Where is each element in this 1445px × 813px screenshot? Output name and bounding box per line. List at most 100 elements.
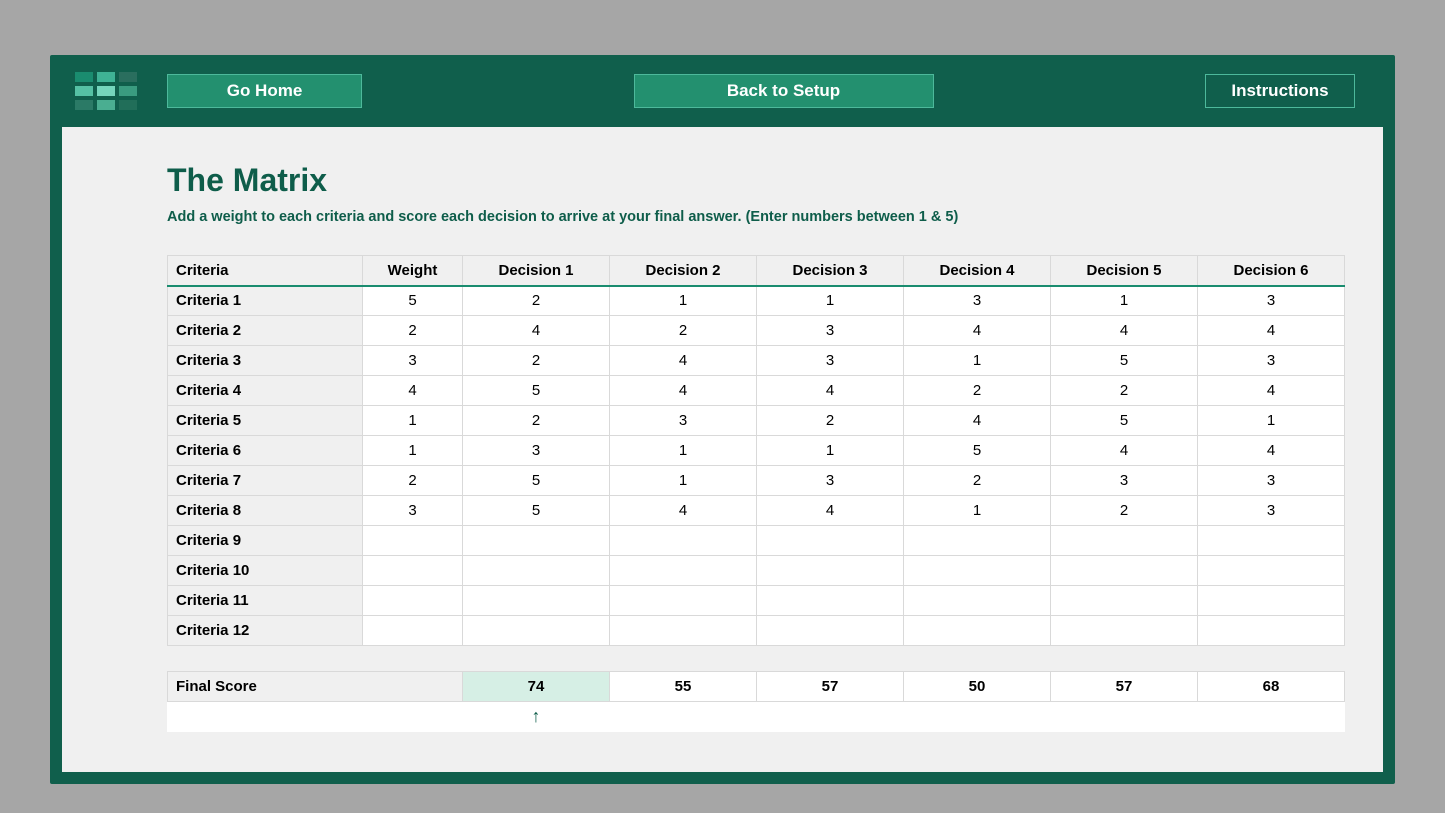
score-cell[interactable]: 3 (757, 466, 904, 496)
score-cell[interactable] (610, 556, 757, 586)
score-cell[interactable]: 2 (610, 316, 757, 346)
score-cell[interactable] (1198, 526, 1345, 556)
instructions-button[interactable]: Instructions (1205, 74, 1355, 108)
score-cell[interactable]: 4 (757, 376, 904, 406)
score-cell[interactable] (904, 556, 1051, 586)
criteria-name-cell[interactable]: Criteria 11 (168, 586, 363, 616)
weight-cell[interactable]: 4 (363, 376, 463, 406)
score-cell[interactable]: 5 (463, 376, 610, 406)
score-cell[interactable]: 2 (1051, 376, 1198, 406)
score-cell[interactable]: 1 (757, 436, 904, 466)
score-cell[interactable]: 3 (610, 406, 757, 436)
weight-cell[interactable]: 2 (363, 316, 463, 346)
score-cell[interactable]: 4 (610, 376, 757, 406)
score-cell[interactable] (904, 586, 1051, 616)
weight-cell[interactable] (363, 616, 463, 646)
score-cell[interactable]: 5 (1051, 346, 1198, 376)
score-cell[interactable]: 4 (1198, 436, 1345, 466)
score-cell[interactable] (757, 616, 904, 646)
score-cell[interactable]: 2 (757, 406, 904, 436)
weight-cell[interactable] (363, 556, 463, 586)
score-cell[interactable]: 1 (610, 436, 757, 466)
score-cell[interactable] (463, 586, 610, 616)
weight-cell[interactable]: 1 (363, 406, 463, 436)
up-arrow-icon: ↑ (532, 706, 541, 726)
score-cell[interactable]: 1 (610, 286, 757, 316)
criteria-name-cell[interactable]: Criteria 6 (168, 436, 363, 466)
score-cell[interactable] (463, 616, 610, 646)
score-cell[interactable]: 4 (1198, 376, 1345, 406)
score-cell[interactable] (610, 526, 757, 556)
weight-cell[interactable]: 3 (363, 496, 463, 526)
score-cell[interactable]: 4 (1198, 316, 1345, 346)
score-cell[interactable]: 2 (463, 406, 610, 436)
score-cell[interactable]: 4 (463, 316, 610, 346)
score-cell[interactable]: 3 (463, 436, 610, 466)
score-cell[interactable]: 3 (1198, 346, 1345, 376)
criteria-name-cell[interactable]: Criteria 1 (168, 286, 363, 316)
weight-cell[interactable]: 2 (363, 466, 463, 496)
score-cell[interactable]: 4 (610, 346, 757, 376)
score-cell[interactable] (904, 526, 1051, 556)
score-cell[interactable]: 1 (610, 466, 757, 496)
score-cell[interactable] (463, 556, 610, 586)
weight-cell[interactable] (363, 526, 463, 556)
criteria-name-cell[interactable]: Criteria 8 (168, 496, 363, 526)
score-cell[interactable]: 2 (463, 346, 610, 376)
score-cell[interactable]: 3 (1198, 286, 1345, 316)
score-cell[interactable]: 5 (463, 496, 610, 526)
score-cell[interactable]: 3 (1198, 466, 1345, 496)
score-cell[interactable] (1198, 616, 1345, 646)
score-cell[interactable] (463, 526, 610, 556)
score-cell[interactable]: 4 (1051, 436, 1198, 466)
score-cell[interactable] (610, 616, 757, 646)
back-to-setup-button[interactable]: Back to Setup (634, 74, 934, 108)
criteria-name-cell[interactable]: Criteria 10 (168, 556, 363, 586)
score-cell[interactable] (1051, 556, 1198, 586)
score-cell[interactable]: 2 (1051, 496, 1198, 526)
score-cell[interactable] (1051, 586, 1198, 616)
weight-cell[interactable] (363, 586, 463, 616)
score-cell[interactable]: 3 (757, 346, 904, 376)
score-cell[interactable]: 2 (904, 376, 1051, 406)
score-cell[interactable] (1051, 616, 1198, 646)
score-cell[interactable] (904, 616, 1051, 646)
score-cell[interactable] (610, 586, 757, 616)
score-cell[interactable]: 3 (1051, 466, 1198, 496)
score-cell[interactable] (757, 586, 904, 616)
criteria-name-cell[interactable]: Criteria 9 (168, 526, 363, 556)
score-cell[interactable] (757, 556, 904, 586)
score-cell[interactable]: 4 (757, 496, 904, 526)
score-cell[interactable]: 1 (757, 286, 904, 316)
score-cell[interactable]: 5 (904, 436, 1051, 466)
score-cell[interactable]: 2 (904, 466, 1051, 496)
score-cell[interactable] (1198, 586, 1345, 616)
score-cell[interactable]: 3 (1198, 496, 1345, 526)
score-cell[interactable]: 4 (904, 316, 1051, 346)
score-cell[interactable]: 1 (904, 496, 1051, 526)
score-cell[interactable]: 3 (904, 286, 1051, 316)
criteria-name-cell[interactable]: Criteria 4 (168, 376, 363, 406)
criteria-name-cell[interactable]: Criteria 3 (168, 346, 363, 376)
weight-cell[interactable]: 5 (363, 286, 463, 316)
score-cell[interactable]: 1 (1198, 406, 1345, 436)
score-cell[interactable]: 2 (463, 286, 610, 316)
score-cell[interactable]: 1 (904, 346, 1051, 376)
criteria-name-cell[interactable]: Criteria 12 (168, 616, 363, 646)
weight-cell[interactable]: 1 (363, 436, 463, 466)
score-cell[interactable]: 4 (904, 406, 1051, 436)
score-cell[interactable] (1198, 556, 1345, 586)
score-cell[interactable]: 1 (1051, 286, 1198, 316)
criteria-name-cell[interactable]: Criteria 7 (168, 466, 363, 496)
score-cell[interactable] (1051, 526, 1198, 556)
score-cell[interactable]: 5 (463, 466, 610, 496)
score-cell[interactable] (757, 526, 904, 556)
score-cell[interactable]: 4 (610, 496, 757, 526)
score-cell[interactable]: 4 (1051, 316, 1198, 346)
score-cell[interactable]: 3 (757, 316, 904, 346)
score-cell[interactable]: 5 (1051, 406, 1198, 436)
criteria-name-cell[interactable]: Criteria 2 (168, 316, 363, 346)
criteria-name-cell[interactable]: Criteria 5 (168, 406, 363, 436)
go-home-button[interactable]: Go Home (167, 74, 362, 108)
weight-cell[interactable]: 3 (363, 346, 463, 376)
